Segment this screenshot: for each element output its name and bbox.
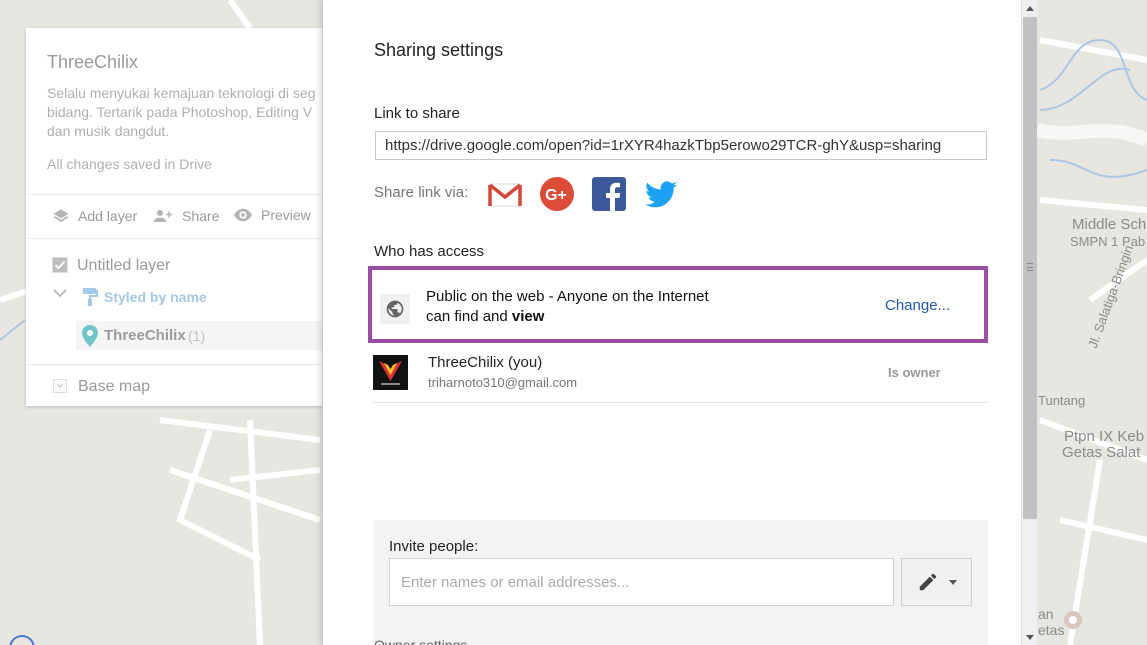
eye-icon bbox=[233, 208, 253, 222]
svg-text:G+: G+ bbox=[545, 187, 567, 204]
divider bbox=[26, 364, 326, 365]
access-line-1: Public on the web - Anyone on the Intern… bbox=[426, 288, 709, 305]
add-person-icon bbox=[154, 210, 172, 222]
layers-toolbar: Add layer Share Preview bbox=[26, 194, 326, 239]
grip-icon bbox=[1027, 263, 1033, 271]
scrollbar-thumb[interactable] bbox=[1023, 17, 1037, 519]
globe-icon bbox=[380, 294, 410, 324]
access-description: Public on the web - Anyone on the Intern… bbox=[426, 287, 709, 327]
map-label: Tuntang bbox=[1038, 393, 1086, 408]
feature-name: ThreeChilix bbox=[104, 327, 186, 344]
arrow-down-icon bbox=[1026, 634, 1034, 640]
owner-role: Is owner bbox=[888, 365, 941, 380]
map-pin-icon bbox=[82, 325, 98, 347]
owner-name: ThreeChilix (you) bbox=[428, 354, 543, 371]
map-description[interactable]: Selalu menyukai kemajuan teknologi di se… bbox=[47, 84, 326, 141]
invite-label: Invite people: bbox=[389, 538, 479, 555]
share-via-label: Share link via: bbox=[374, 184, 469, 201]
map-label: Middle Sch bbox=[1072, 216, 1147, 233]
dialog-title: Sharing settings bbox=[374, 40, 504, 60]
feature-item[interactable]: ThreeChilix (1) bbox=[76, 321, 326, 350]
change-access-link[interactable]: Change... bbox=[885, 297, 950, 314]
google-plus-icon[interactable]: G+ bbox=[539, 176, 575, 212]
access-line-2: can find and view bbox=[426, 307, 709, 327]
preview-button[interactable]: Preview bbox=[232, 207, 311, 223]
map-label: Ptpn IX Keb bbox=[1064, 428, 1145, 445]
avatar bbox=[373, 355, 408, 390]
scroll-down-arrow[interactable] bbox=[1022, 629, 1038, 645]
scrollbar[interactable] bbox=[1021, 0, 1037, 645]
map-details-panel: ThreeChilix Selalu menyukai kemajuan tek… bbox=[26, 28, 326, 406]
map-label: etas bbox=[1038, 622, 1065, 638]
share-link-field[interactable] bbox=[375, 131, 987, 160]
add-layer-label: Add layer bbox=[78, 208, 138, 224]
owner-row: ThreeChilix (you) triharnoto310@gmail.co… bbox=[373, 346, 988, 403]
base-map-toggle-icon[interactable] bbox=[53, 379, 67, 393]
caret-down-icon bbox=[948, 579, 957, 585]
preview-label: Preview bbox=[261, 207, 311, 223]
invite-email-input[interactable] bbox=[389, 558, 894, 606]
invite-people-section: Invite people: bbox=[373, 520, 988, 645]
link-heading: Link to share bbox=[374, 105, 460, 122]
public-access-row: Public on the web - Anyone on the Intern… bbox=[368, 266, 988, 343]
feature-count: (1) bbox=[188, 328, 206, 344]
paint-roller-icon[interactable] bbox=[82, 287, 98, 307]
chevron-down-icon[interactable] bbox=[53, 288, 67, 298]
access-line-2-prefix: can find and bbox=[426, 308, 512, 325]
share-label: Share bbox=[182, 208, 220, 224]
add-layer-button[interactable]: Add layer bbox=[51, 207, 137, 225]
twitter-icon[interactable] bbox=[643, 176, 679, 212]
access-level: view bbox=[511, 308, 545, 325]
sharing-settings-dialog: Sharing settings Link to share Share lin… bbox=[322, 0, 1021, 645]
base-map-label[interactable]: Base map bbox=[78, 378, 150, 396]
layer-name[interactable]: Untitled layer bbox=[77, 257, 170, 275]
owner-email: triharnoto310@gmail.com bbox=[428, 375, 578, 390]
map-title[interactable]: ThreeChilix bbox=[47, 52, 138, 73]
facebook-icon[interactable] bbox=[591, 176, 627, 212]
save-status: All changes saved in Drive bbox=[47, 156, 212, 172]
style-by-name-link[interactable]: Styled by name bbox=[104, 289, 207, 305]
arrow-up-icon bbox=[1026, 5, 1034, 11]
map-label: Getas Salat bbox=[1062, 444, 1141, 461]
layers-icon bbox=[53, 209, 69, 222]
map-label: an bbox=[1038, 606, 1054, 622]
permission-dropdown-button[interactable] bbox=[901, 558, 972, 606]
share-button[interactable]: Share bbox=[151, 207, 219, 225]
gmail-icon[interactable] bbox=[487, 176, 523, 212]
who-has-access-heading: Who has access bbox=[374, 243, 485, 260]
pencil-icon bbox=[919, 573, 936, 591]
owner-settings-heading: Owner settings bbox=[374, 637, 468, 645]
scroll-up-arrow[interactable] bbox=[1022, 0, 1038, 16]
layer-checkbox[interactable] bbox=[52, 257, 68, 273]
